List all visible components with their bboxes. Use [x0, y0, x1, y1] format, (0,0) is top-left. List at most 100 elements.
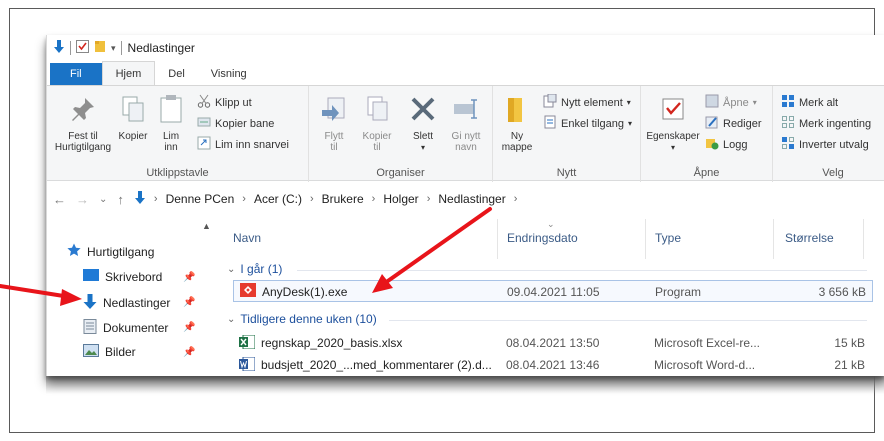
- column-header-name[interactable]: Navn: [233, 231, 261, 245]
- invert-selection-icon: [781, 136, 795, 153]
- breadcrumb-chevron-icon[interactable]: ›: [427, 193, 431, 205]
- invert-selection-button[interactable]: Inverter utvalg: [781, 136, 869, 153]
- column-header-size[interactable]: Størrelse: [785, 231, 834, 245]
- open-button[interactable]: Åpne ▾: [705, 94, 757, 111]
- open-label: Åpne: [723, 96, 749, 109]
- copy-button[interactable]: Kopier: [113, 94, 153, 142]
- edit-button[interactable]: Rediger: [705, 115, 762, 132]
- breadcrumb-drive[interactable]: Acer (C:): [254, 192, 302, 206]
- history-button[interactable]: Logg: [705, 136, 747, 153]
- clipboard-group-label: Utklippstavle: [146, 167, 209, 179]
- column-header-date[interactable]: Endringsdato: [507, 231, 578, 245]
- nav-item-documents[interactable]: Dokumenter: [83, 319, 168, 337]
- new-item-button[interactable]: Nytt element ▾: [543, 93, 631, 111]
- select-none-button[interactable]: Merk ingenting: [781, 115, 871, 132]
- group-header-yesterday[interactable]: ⌄ I går (1): [227, 262, 282, 276]
- file-date: 08.04.2021 13:46: [506, 358, 600, 372]
- breadcrumb: › Denne PCen › Acer (C:) › Brukere › Hol…: [134, 190, 518, 208]
- move-to-icon: [319, 94, 349, 127]
- tab-file[interactable]: Fil: [50, 63, 102, 85]
- group-label: Tidligere denne uken (10): [240, 312, 377, 326]
- file-row[interactable]: AnyDesk(1).exe 09.04.2021 11:05 Program …: [233, 280, 873, 302]
- column-divider[interactable]: [645, 219, 646, 259]
- breadcrumb-this-pc[interactable]: Denne PCen: [166, 192, 235, 206]
- breadcrumb-chevron-icon[interactable]: ›: [372, 193, 376, 205]
- nav-item-label: Hurtigtilgang: [87, 244, 155, 259]
- up-arrow-icon[interactable]: ↑: [117, 192, 124, 207]
- delete-label: Slett: [412, 131, 433, 142]
- rename-button[interactable]: Gi nytt navn: [445, 94, 487, 153]
- open-icon: [705, 94, 719, 111]
- select-all-button[interactable]: Merk alt: [781, 94, 838, 111]
- group-header-earlier-this-week[interactable]: ⌄ Tidligere denne uken (10): [227, 312, 377, 326]
- delete-dropdown-icon[interactable]: ▾: [421, 142, 425, 153]
- select-all-label: Merk alt: [799, 96, 839, 109]
- copy-path-label: Kopier bane: [215, 117, 275, 130]
- file-row[interactable]: regnskap_2020_basis.xlsx 08.04.2021 13:5…: [233, 332, 873, 354]
- recent-locations-chevron-icon[interactable]: ⌄: [99, 194, 107, 205]
- copy-path-button[interactable]: Kopier bane: [197, 115, 274, 132]
- collapse-chevron-icon[interactable]: ⌄: [227, 314, 235, 325]
- copy-to-button[interactable]: Kopier til: [357, 94, 397, 153]
- pin-button[interactable]: Fest til Hurtigtilgang: [55, 94, 111, 153]
- pin-label: Fest til Hurtigtilgang: [54, 131, 112, 153]
- open-dropdown-icon: ▾: [752, 98, 757, 107]
- new-folder-button[interactable]: Ny mappe: [497, 94, 537, 153]
- pin-icon: 📌: [183, 322, 196, 333]
- rename-icon: [451, 94, 481, 127]
- move-to-button[interactable]: Flytt til: [315, 94, 353, 153]
- paste-shortcut-label: Lim inn snarvei: [215, 138, 289, 151]
- nav-item-label: Dokumenter: [103, 321, 169, 335]
- nav-item-desktop[interactable]: Skrivebord: [83, 269, 162, 284]
- nav-item-pictures[interactable]: Bilder: [83, 344, 136, 360]
- breadcrumb-downloads[interactable]: Nedlastinger: [438, 192, 505, 206]
- column-divider[interactable]: [773, 219, 774, 259]
- column-divider[interactable]: [497, 219, 498, 259]
- column-divider[interactable]: [863, 219, 864, 259]
- nav-item-downloads[interactable]: Nedlastinger: [83, 294, 170, 312]
- properties-dropdown-icon[interactable]: ▾: [671, 142, 675, 153]
- forward-arrow-icon[interactable]: →: [76, 192, 89, 207]
- tab-share[interactable]: Del: [155, 63, 198, 85]
- group-divider: [297, 270, 867, 271]
- delete-button[interactable]: Slett ▾: [403, 94, 443, 153]
- file-row[interactable]: budsjett_2020_...med_kommentarer (2).d..…: [233, 354, 873, 376]
- file-type: Program: [655, 285, 702, 299]
- nav-item-quick-access[interactable]: Hurtigtilgang: [67, 243, 154, 260]
- collapse-chevron-icon[interactable]: ⌄: [227, 264, 235, 275]
- column-header-type[interactable]: Type: [655, 231, 681, 245]
- customize-dropdown-icon[interactable]: ▾: [111, 43, 116, 54]
- select-all-icon: [781, 94, 795, 111]
- breadcrumb-chevron-icon[interactable]: ›: [154, 193, 158, 205]
- breadcrumb-chevron-icon[interactable]: ›: [310, 193, 314, 205]
- cut-label: Klipp ut: [215, 96, 252, 109]
- scroll-up-icon[interactable]: ▲: [202, 221, 211, 231]
- pin-icon: 📌: [183, 297, 196, 308]
- breadcrumb-user[interactable]: Holger: [383, 192, 418, 206]
- properties-check-icon[interactable]: [76, 40, 89, 56]
- back-arrow-icon[interactable]: ←: [53, 192, 66, 207]
- breadcrumb-users[interactable]: Brukere: [322, 192, 364, 206]
- nav-item-label: Nedlastinger: [103, 296, 171, 310]
- properties-button[interactable]: Egenskaper ▾: [643, 94, 703, 153]
- word-file-icon: [239, 356, 256, 374]
- tab-home[interactable]: Hjem: [101, 61, 156, 85]
- folder-icon: [502, 94, 532, 127]
- breadcrumb-chevron-icon[interactable]: ›: [242, 193, 246, 205]
- properties-icon: [658, 94, 688, 127]
- cut-button[interactable]: Klipp ut: [197, 94, 252, 111]
- nav-item-label: Skrivebord: [105, 269, 163, 284]
- window-title: Nedlastinger: [127, 41, 195, 55]
- easy-access-button[interactable]: Enkel tilgang ▾: [543, 115, 632, 132]
- paste-icon: [156, 94, 186, 127]
- new-folder-icon[interactable]: [94, 40, 106, 56]
- easy-access-dropdown-icon: ▾: [628, 119, 633, 128]
- breadcrumb-chevron-icon[interactable]: ›: [514, 193, 518, 205]
- file-date: 09.04.2021 11:05: [507, 285, 600, 299]
- down-arrow-icon[interactable]: [53, 39, 65, 57]
- tab-view[interactable]: Visning: [198, 63, 260, 85]
- paste-button[interactable]: Lim inn: [153, 94, 189, 153]
- paste-shortcut-button[interactable]: Lim inn snarvei: [197, 136, 289, 153]
- desktop-icon: [83, 269, 99, 284]
- copy-to-icon: [362, 94, 392, 127]
